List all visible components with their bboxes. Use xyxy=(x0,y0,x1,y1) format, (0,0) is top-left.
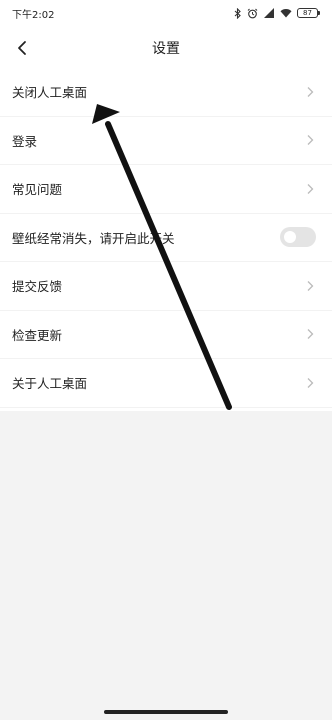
setting-label: 检查更新 xyxy=(12,327,63,343)
chevron-right-icon xyxy=(307,183,314,194)
setting-about[interactable]: 关于人工桌面 xyxy=(0,359,332,408)
signal-icon xyxy=(263,8,275,18)
back-button[interactable] xyxy=(10,36,34,60)
settings-list: 关闭人工桌面 登录 常见问题 壁纸经常消失，请开启此开关 提交反馈 检查更新 关… xyxy=(0,68,332,408)
page-header: 设置 xyxy=(0,28,332,68)
setting-check-update[interactable]: 检查更新 xyxy=(0,311,332,359)
wallpaper-toggle[interactable] xyxy=(280,227,316,248)
setting-login[interactable]: 登录 xyxy=(0,117,332,165)
chevron-right-icon xyxy=(307,377,314,388)
status-time: 下午2:02 xyxy=(12,9,55,21)
page-title: 设置 xyxy=(152,41,180,57)
toggle-knob xyxy=(284,231,296,244)
setting-label: 登录 xyxy=(12,133,38,149)
status-bar: 下午2:02 87 xyxy=(0,0,332,26)
setting-label: 提交反馈 xyxy=(12,279,63,295)
status-icons: 87 xyxy=(234,7,320,19)
battery-level: 87 xyxy=(303,9,312,17)
back-icon xyxy=(18,41,26,55)
setting-close-desktop[interactable]: 关闭人工桌面 xyxy=(0,68,332,117)
chevron-right-icon xyxy=(307,280,314,291)
chevron-right-icon xyxy=(307,135,314,146)
setting-wallpaper-fix: 壁纸经常消失，请开启此开关 xyxy=(0,214,332,262)
setting-feedback[interactable]: 提交反馈 xyxy=(0,262,332,311)
battery-icon: 87 xyxy=(297,8,320,18)
setting-faq[interactable]: 常见问题 xyxy=(0,165,332,214)
chevron-right-icon xyxy=(307,86,314,97)
bluetooth-icon xyxy=(234,7,242,19)
wifi-icon xyxy=(280,8,292,18)
setting-label: 常见问题 xyxy=(12,182,63,198)
setting-label: 关闭人工桌面 xyxy=(12,85,88,101)
chevron-right-icon xyxy=(307,329,314,340)
setting-label: 关于人工桌面 xyxy=(12,376,88,392)
alarm-icon xyxy=(247,8,258,19)
home-indicator[interactable] xyxy=(104,710,228,714)
setting-label: 壁纸经常消失，请开启此开关 xyxy=(12,230,175,246)
